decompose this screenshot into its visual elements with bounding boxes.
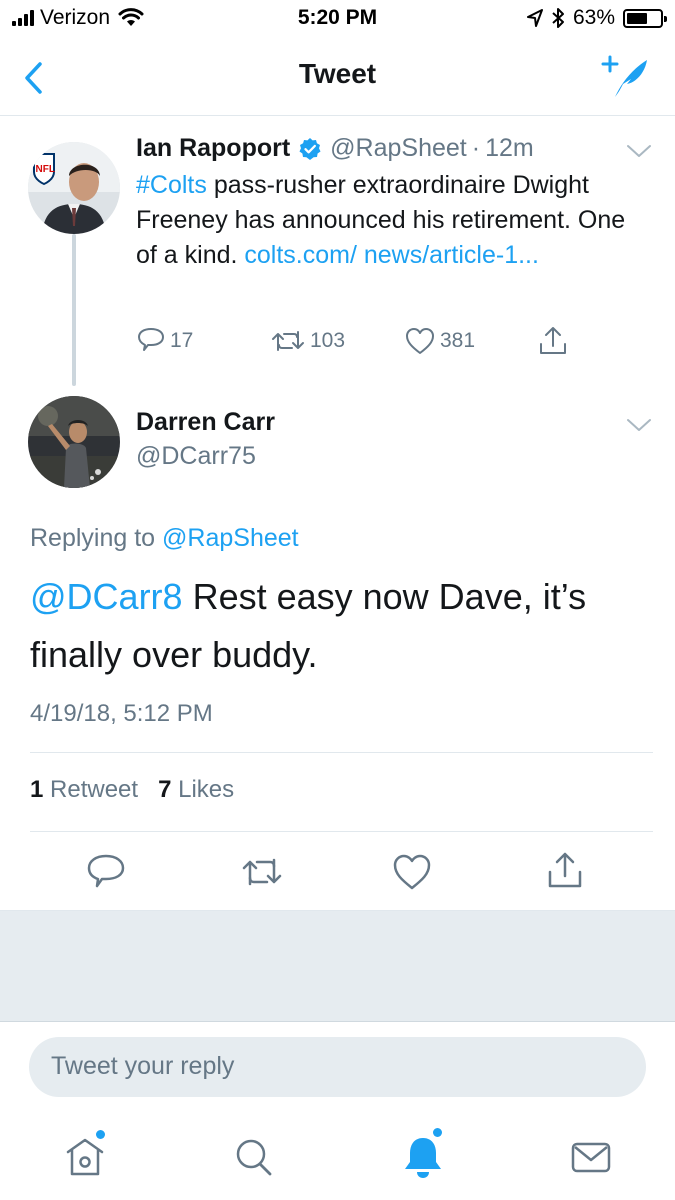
thread-connector-line	[72, 234, 76, 386]
bluetooth-icon	[552, 8, 564, 28]
share-icon[interactable]	[545, 850, 585, 890]
search-icon[interactable]	[228, 1132, 278, 1182]
status-bar: Verizon 5:20 PM 63%	[0, 0, 675, 40]
main-author-name[interactable]: Darren Carr	[136, 408, 275, 437]
hashtag-link[interactable]: #Colts	[136, 171, 207, 199]
reply-placeholder: Tweet your reply	[51, 1052, 235, 1080]
author-name[interactable]: Ian Rapoport	[136, 134, 290, 163]
home-icon[interactable]	[60, 1132, 110, 1182]
wifi-icon	[118, 8, 144, 26]
status-right-group: 63%	[526, 6, 667, 30]
empty-replies-area	[0, 910, 675, 1022]
chevron-down-icon[interactable]	[626, 143, 652, 159]
reply-action[interactable]: 17	[136, 326, 193, 356]
signal-icon	[12, 10, 34, 26]
replying-to-handle[interactable]: @RapSheet	[162, 524, 299, 552]
location-arrow-icon	[526, 9, 543, 27]
carrier-label: Verizon	[40, 6, 111, 29]
like-total: 7	[158, 776, 172, 803]
reply-icon[interactable]	[86, 852, 126, 892]
avatar-ian-rapoport[interactable]: NFL	[28, 142, 120, 234]
engagement-stats: 1 Retweet 7 Likes	[30, 776, 234, 804]
messages-icon[interactable]	[566, 1132, 616, 1182]
retweet-label: Retweet	[43, 776, 139, 803]
replying-prefix: Replying to	[30, 524, 163, 552]
chevron-down-icon[interactable]	[626, 417, 652, 433]
separator-dot: ·	[471, 134, 481, 162]
retweet-count: 103	[310, 329, 346, 352]
battery-icon	[623, 8, 667, 28]
mention-link[interactable]: @DCarr8	[30, 576, 183, 617]
article-link[interactable]: colts.com/ news/article-1...	[244, 241, 539, 269]
parent-tweet-actions: 17 103 381	[136, 324, 586, 360]
carrier-group: Verizon	[12, 6, 144, 30]
share-action[interactable]	[536, 324, 570, 358]
retweets-stat[interactable]: 1 Retweet	[30, 776, 138, 803]
notifications-unread-dot	[433, 1128, 442, 1137]
divider	[30, 752, 653, 753]
like-icon	[406, 328, 434, 354]
like-label: Likes	[171, 776, 235, 803]
parent-tweet-text: #Colts pass-rusher extraordinaire Dwight…	[136, 168, 626, 273]
divider	[30, 831, 653, 832]
tweet-timestamp: 12m	[485, 134, 534, 162]
svg-text:NFL: NFL	[36, 164, 55, 175]
retweet-icon[interactable]	[240, 852, 284, 892]
author-handle[interactable]: @RapSheet	[330, 134, 467, 163]
like-action[interactable]: 381	[404, 326, 475, 356]
parent-tweet-header: Ian Rapoport @RapSheet · 12m	[136, 134, 534, 163]
main-tweet-text: @DCarr8 Rest easy now Dave, it’s finally…	[30, 568, 650, 684]
tab-bar	[0, 1112, 675, 1200]
verified-badge-icon	[299, 137, 321, 160]
avatar-darren-carr[interactable]	[28, 396, 120, 488]
retweet-total: 1	[30, 776, 44, 803]
replying-to-line: Replying to @RapSheet	[30, 524, 299, 553]
likes-stat[interactable]: 7 Likes	[158, 776, 234, 803]
share-icon	[540, 327, 566, 354]
tweet-date: 4/19/18, 5:12 PM	[30, 700, 213, 727]
page-title: Tweet	[298, 58, 377, 89]
retweet-icon	[272, 331, 304, 351]
reply-count: 17	[170, 329, 194, 352]
main-author-handle[interactable]: @DCarr75	[136, 442, 256, 471]
like-icon[interactable]	[392, 852, 432, 892]
battery-percent: 63%	[572, 6, 615, 29]
compose-feather-icon[interactable]	[601, 54, 651, 100]
retweet-action[interactable]: 103	[270, 326, 345, 356]
like-count: 381	[440, 329, 476, 352]
reply-icon	[138, 328, 164, 351]
reply-input[interactable]: Tweet your reply	[29, 1037, 646, 1097]
home-unread-dot	[96, 1130, 105, 1139]
navigation-bar: Tweet	[0, 40, 675, 116]
notifications-icon[interactable]	[398, 1132, 448, 1182]
